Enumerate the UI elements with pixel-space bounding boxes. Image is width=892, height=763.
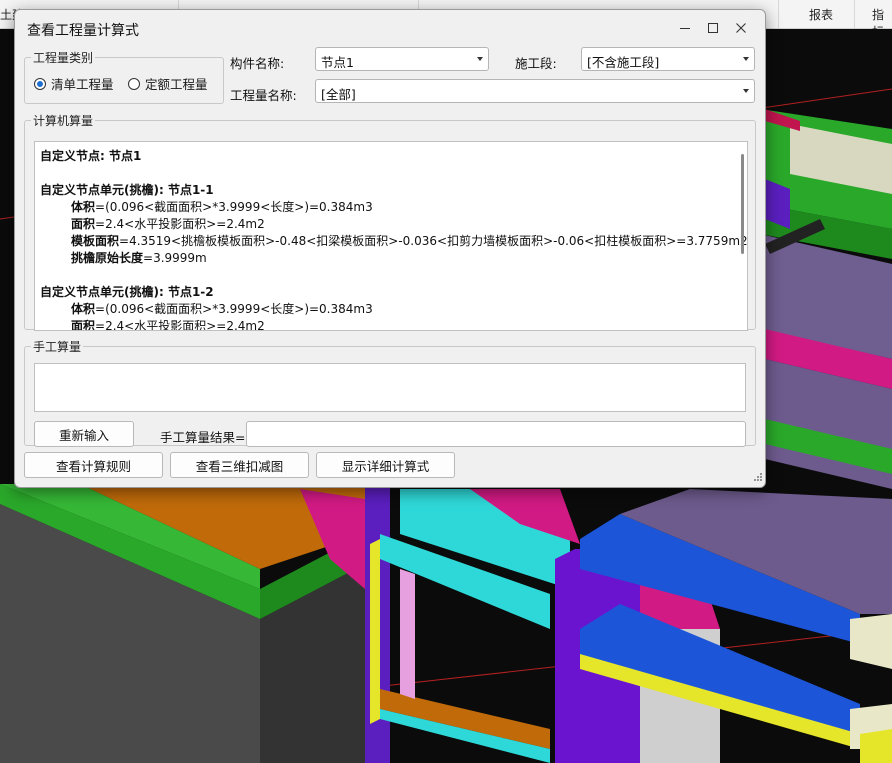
radio-label: 定额工程量 xyxy=(145,77,208,92)
quantity-name-label: 工程量名称: xyxy=(230,88,297,103)
chevron-down-icon xyxy=(477,57,483,61)
calc-line: 自定义节点: 节点1 xyxy=(40,149,142,163)
dialog-title: 查看工程量计算式 xyxy=(27,23,139,39)
toolbar-divider xyxy=(854,0,855,28)
calc-line: 自定义节点单元(挑檐): 节点1-2 xyxy=(40,285,214,299)
construction-stage-value: [不含施工段] xyxy=(587,55,660,70)
resize-grip-icon xyxy=(754,473,762,481)
maximize-icon xyxy=(708,23,718,33)
radio-label: 清单工程量 xyxy=(51,77,114,92)
manual-result-input[interactable] xyxy=(246,421,746,447)
resize-grip[interactable] xyxy=(753,471,763,485)
quantity-name-select[interactable]: [全部] xyxy=(315,79,755,103)
manual-calc-input[interactable] xyxy=(34,363,746,412)
calc-line: 面积=2.4<水平投影面积>=2.4m2 xyxy=(71,217,265,231)
component-name-label: 构件名称: xyxy=(230,56,285,71)
reenter-button[interactable]: 重新输入 xyxy=(34,421,134,447)
radio-selected-icon xyxy=(34,77,46,90)
radio-norm-quantity[interactable]: 定额工程量 xyxy=(128,74,208,93)
calc-scrollbar[interactable] xyxy=(741,154,744,254)
calc-line: 挑檐原始长度=3.9999m xyxy=(71,251,207,265)
close-icon xyxy=(736,23,746,33)
manual-calc-legend: 手工算量 xyxy=(33,340,82,354)
calc-line: 体积=(0.096<截面面积>*3.9999<长度>)=0.384m3 xyxy=(71,200,373,214)
calc-formula-text[interactable]: 自定义节点: 节点1 自定义节点单元(挑檐): 节点1-1 体积=(0.096<… xyxy=(34,141,748,331)
minimize-button[interactable] xyxy=(671,16,699,40)
calc-line: 面积=2.4<水平投影面积>=2.4m2 xyxy=(71,319,265,331)
computer-calc-legend: 计算机算量 xyxy=(33,114,94,128)
calc-line: 自定义节点单元(挑檐): 节点1-1 xyxy=(40,183,214,197)
manual-result-label: 手工算量结果= xyxy=(160,430,246,445)
show-detail-formula-button[interactable]: 显示详细计算式 xyxy=(316,452,455,478)
report-tab[interactable]: 报表 xyxy=(809,6,833,23)
construction-stage-label: 施工段: xyxy=(515,56,557,71)
toolbar-divider xyxy=(778,0,779,28)
quantity-category-legend: 工程量类别 xyxy=(33,51,94,65)
manual-calc-group: 手工算量 重新输入 手工算量结果= xyxy=(24,338,756,447)
quantity-name-value: [全部] xyxy=(321,87,356,102)
chevron-down-icon xyxy=(743,89,749,93)
minimize-icon xyxy=(680,28,690,29)
calc-formula-dialog: 查看工程量计算式 工程量类别 清单工程量 定额工程量 构件名称: 节点1 施工段… xyxy=(14,9,766,488)
calc-line: 模板面积=4.3519<挑檐板模板面积>-0.48<扣梁模板面积>-0.036<… xyxy=(71,234,748,248)
calc-line: 体积=(0.096<截面面积>*3.9999<长度>)=0.384m3 xyxy=(71,302,373,316)
computer-calc-group: 计算机算量 自定义节点: 节点1 自定义节点单元(挑檐): 节点1-1 体积=(… xyxy=(24,112,756,331)
quantity-category-group: 工程量类别 清单工程量 定额工程量 xyxy=(24,49,224,104)
view-calc-rules-button[interactable]: 查看计算规则 xyxy=(24,452,163,478)
construction-stage-select[interactable]: [不含施工段] xyxy=(581,47,755,71)
close-button[interactable] xyxy=(727,16,755,40)
radio-unselected-icon xyxy=(128,77,140,90)
component-name-value: 节点1 xyxy=(321,55,354,70)
component-name-select[interactable]: 节点1 xyxy=(315,47,489,71)
maximize-button[interactable] xyxy=(699,16,727,40)
view-3d-deduction-button[interactable]: 查看三维扣减图 xyxy=(170,452,309,478)
chevron-down-icon xyxy=(743,57,749,61)
radio-bill-quantity[interactable]: 清单工程量 xyxy=(34,74,114,93)
